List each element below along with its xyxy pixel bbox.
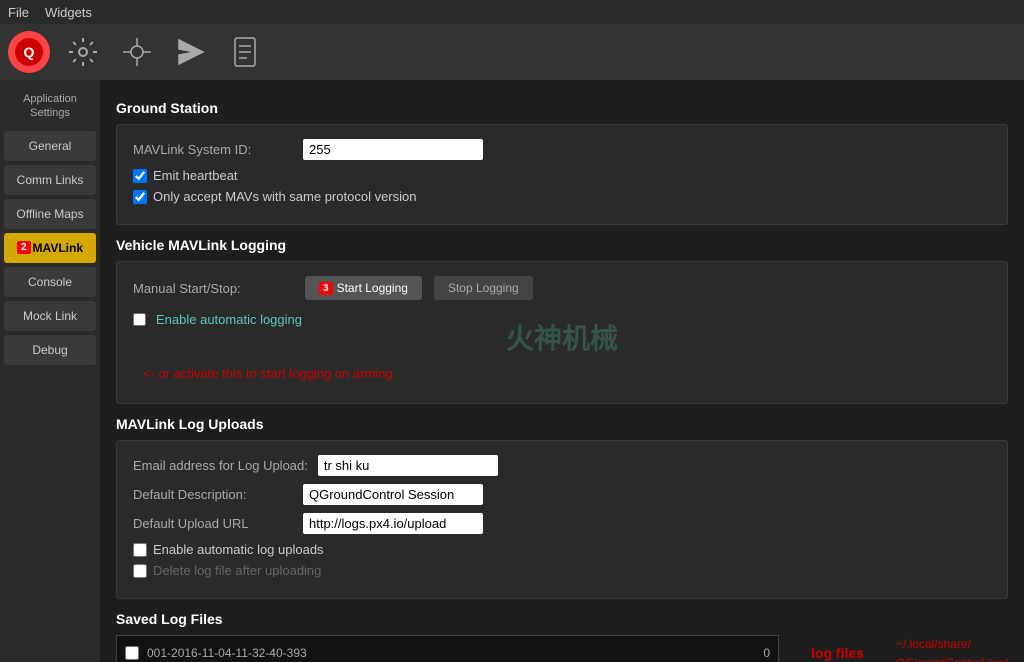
enable-auto-logging-label: Enable automatic logging [156, 312, 302, 327]
mavlink-badge: 2 [17, 241, 31, 254]
activate-hint: <- or activate this to start logging on … [143, 366, 393, 381]
ground-station-box: MAVLink System ID: Emit heartbeat Only a… [116, 124, 1008, 225]
ground-station-title: Ground Station [116, 100, 1008, 116]
sidebar-item-offline-maps[interactable]: Offline Maps [4, 199, 96, 229]
auto-logging-row: Enable automatic logging [133, 312, 991, 327]
log-files-box[interactable]: 001-2016-11-04-11-32-40-393 0 001-2016-1… [116, 635, 779, 662]
log-file-row: 001-2016-11-04-11-32-40-393 0 [125, 644, 770, 662]
sidebar: Application Settings General Comm Links … [0, 80, 100, 662]
default-desc-input[interactable] [303, 484, 483, 505]
log-uploads-title: MAVLink Log Uploads [116, 416, 1008, 432]
main-layout: Application Settings General Comm Links … [0, 80, 1024, 662]
sidebar-item-debug[interactable]: Debug [4, 335, 96, 365]
sidebar-item-console[interactable]: Console [4, 267, 96, 297]
sidebar-item-comm-links[interactable]: Comm Links [4, 165, 96, 195]
email-label: Email address for Log Upload: [133, 458, 308, 473]
vehicle-logging-box: Manual Start/Stop: 3 Start Logging Stop … [116, 261, 1008, 404]
menu-file[interactable]: File [8, 5, 29, 20]
default-url-input[interactable] [303, 513, 483, 534]
enable-auto-logging-checkbox[interactable] [133, 313, 146, 326]
enable-auto-uploads-row: Enable automatic log uploads [133, 542, 991, 557]
svg-text:Q: Q [24, 44, 35, 60]
email-row: Email address for Log Upload: [133, 455, 991, 476]
file-toolbar-icon[interactable] [224, 31, 266, 73]
sidebar-item-mock-link[interactable]: Mock Link [4, 301, 96, 331]
mavlink-id-label: MAVLink System ID: [133, 142, 293, 157]
saved-logs-wrapper: 001-2016-11-04-11-32-40-393 0 001-2016-1… [116, 635, 1008, 662]
email-input[interactable] [318, 455, 498, 476]
stop-logging-button[interactable]: Stop Logging [434, 276, 533, 300]
watermark-area: Enable automatic logging 火神机械 [133, 312, 991, 362]
start-logging-button[interactable]: 3 Start Logging [305, 276, 422, 300]
log-file-name: 001-2016-11-04-11-32-40-393 [147, 646, 702, 660]
start-logging-badge: 3 [319, 282, 333, 295]
log-path-text: ~/.local/share/QGroundControl.org/QGroun… [896, 635, 1008, 662]
emit-heartbeat-row: Emit heartbeat [133, 168, 991, 183]
send-toolbar-icon[interactable] [170, 31, 212, 73]
saved-logs-title: Saved Log Files [116, 611, 1008, 627]
sidebar-item-mavlink[interactable]: 2 MAVLink [4, 233, 96, 263]
log-file-size: 0 [710, 646, 770, 660]
menu-widgets[interactable]: Widgets [45, 5, 92, 20]
enable-auto-uploads-label: Enable automatic log uploads [153, 542, 324, 557]
mavlink-id-input[interactable] [303, 139, 483, 160]
log-uploads-box: Email address for Log Upload: Default De… [116, 440, 1008, 599]
home-toolbar-icon[interactable]: Q [8, 31, 50, 73]
log-file-checkbox[interactable] [125, 646, 139, 660]
manual-start-stop-label: Manual Start/Stop: [133, 281, 293, 296]
default-url-row: Default Upload URL [133, 513, 991, 534]
activate-hint-row: <- or activate this to start logging on … [133, 366, 991, 381]
delete-log-row: Delete log file after uploading [133, 563, 991, 578]
sidebar-item-general[interactable]: General [4, 131, 96, 161]
emit-heartbeat-checkbox[interactable] [133, 169, 147, 183]
default-desc-label: Default Description: [133, 487, 293, 502]
emit-heartbeat-label: Emit heartbeat [153, 168, 238, 183]
default-url-label: Default Upload URL [133, 516, 293, 531]
only-accept-mavs-checkbox[interactable] [133, 190, 147, 204]
vehicle-logging-title: Vehicle MAVLink Logging [116, 237, 1008, 253]
saved-logs-inner: 001-2016-11-04-11-32-40-393 0 001-2016-1… [116, 635, 779, 662]
vehicle-toolbar-icon[interactable] [116, 31, 158, 73]
delete-log-label: Delete log file after uploading [153, 563, 321, 578]
sidebar-title: Application Settings [0, 84, 100, 129]
manual-start-stop-row: Manual Start/Stop: 3 Start Logging Stop … [133, 276, 991, 300]
settings-toolbar-icon[interactable] [62, 31, 104, 73]
default-desc-row: Default Description: [133, 484, 991, 505]
log-appear-hint: log files appear here [791, 635, 884, 662]
mavlink-id-row: MAVLink System ID: [133, 139, 991, 160]
delete-log-checkbox[interactable] [133, 564, 147, 578]
only-accept-mavs-label: Only accept MAVs with same protocol vers… [153, 189, 416, 204]
toolbar: Q [0, 24, 1024, 80]
enable-auto-uploads-checkbox[interactable] [133, 543, 147, 557]
menu-bar: File Widgets [0, 0, 1024, 24]
content-area: Ground Station MAVLink System ID: Emit h… [100, 80, 1024, 662]
only-accept-mavs-row: Only accept MAVs with same protocol vers… [133, 189, 991, 204]
